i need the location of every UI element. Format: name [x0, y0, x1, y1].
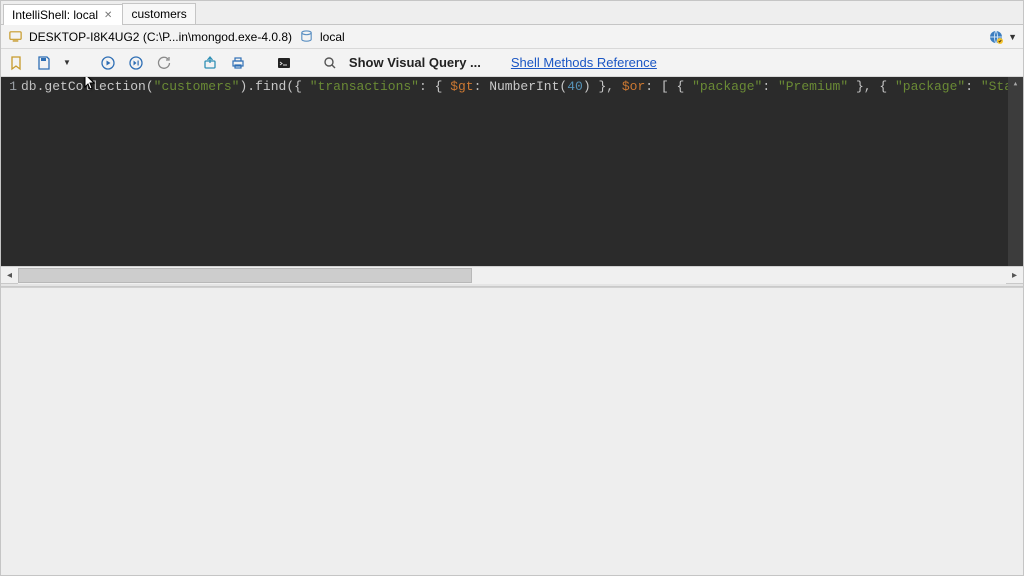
host-label: DESKTOP-I8K4UG2 (C:\P...in\mongod.exe-4.…: [29, 30, 292, 44]
path-right: ▼: [988, 29, 1017, 45]
export-icon[interactable]: [201, 54, 219, 72]
database-icon: [298, 29, 314, 45]
close-icon[interactable]: ✕: [102, 10, 114, 21]
refresh-icon[interactable]: [155, 54, 173, 72]
scroll-thumb[interactable]: [18, 268, 472, 283]
globe-status-icon[interactable]: [988, 29, 1004, 45]
editor-toolbar: ▼ Show Visual Query ... Shell Methods Re…: [1, 49, 1023, 77]
run-icon[interactable]: [99, 54, 117, 72]
save-dropdown-icon[interactable]: ▼: [63, 58, 71, 67]
horizontal-scrollbar[interactable]: ◂ ▸: [1, 266, 1023, 283]
show-visual-query-button[interactable]: Show Visual Query ...: [349, 55, 481, 70]
run-step-icon[interactable]: [127, 54, 145, 72]
scroll-right-arrow-icon[interactable]: ▸: [1006, 267, 1023, 284]
scroll-left-arrow-icon[interactable]: ◂: [1, 267, 18, 284]
code-editor[interactable]: 1 db.getCollection("customers").find({ "…: [1, 77, 1023, 283]
vertical-scrollbar[interactable]: ▴: [1008, 77, 1023, 266]
scroll-track[interactable]: [18, 267, 1006, 284]
tab-customers[interactable]: customers: [122, 3, 195, 24]
line-number: 1: [1, 78, 17, 96]
chevron-down-icon[interactable]: ▼: [1008, 32, 1017, 42]
editor-body[interactable]: 1 db.getCollection("customers").find({ "…: [1, 77, 1023, 266]
app-window: IntelliShell: local ✕ customers DESKTOP-…: [0, 0, 1024, 576]
tab-label: customers: [131, 7, 186, 21]
search-icon[interactable]: [321, 54, 339, 72]
save-icon[interactable]: [35, 54, 53, 72]
scroll-up-arrow-icon[interactable]: ▴: [1008, 77, 1023, 91]
path-left: DESKTOP-I8K4UG2 (C:\P...in\mongod.exe-4.…: [7, 29, 345, 45]
results-pane: [1, 287, 1023, 575]
tab-bar: IntelliShell: local ✕ customers: [1, 1, 1023, 25]
line-gutter: 1: [1, 77, 21, 266]
print-icon[interactable]: [229, 54, 247, 72]
bookmark-icon[interactable]: [7, 54, 25, 72]
database-label: local: [320, 30, 345, 44]
tab-label: IntelliShell: local: [12, 8, 98, 22]
code-line[interactable]: db.getCollection("customers").find({ "tr…: [21, 77, 1023, 266]
console-icon[interactable]: [275, 54, 293, 72]
shell-methods-reference-link[interactable]: Shell Methods Reference: [511, 55, 657, 70]
tab-intellishell-local[interactable]: IntelliShell: local ✕: [3, 4, 123, 25]
connection-path-bar: DESKTOP-I8K4UG2 (C:\P...in\mongod.exe-4.…: [1, 25, 1023, 49]
host-icon: [7, 29, 23, 45]
